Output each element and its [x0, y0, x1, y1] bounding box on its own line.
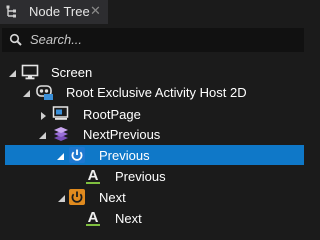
svg-text:A: A: [88, 167, 99, 184]
expanded-arrow-icon[interactable]: [56, 149, 66, 160]
tree-item-label: Next: [99, 190, 126, 205]
text-block-icon: A: [84, 167, 102, 185]
monitor-icon: [21, 63, 39, 81]
search-field[interactable]: Search...: [2, 28, 304, 52]
tab-node-tree[interactable]: Node Tree ✕: [0, 0, 108, 24]
tree-item-nextprevious[interactable]: NextPrevious: [0, 124, 310, 144]
tree-item-label: Previous: [115, 169, 166, 184]
tree-item-label: Screen: [51, 65, 93, 80]
tree-item-previous-text[interactable]: A Previous: [0, 166, 310, 186]
tab-title: Node Tree: [29, 4, 90, 19]
tab-bar: Node Tree ✕: [0, 0, 310, 24]
tree-item-label: RootPage: [83, 107, 141, 122]
tree-item-screen[interactable]: Screen: [0, 62, 310, 82]
tree-nodes-icon: [5, 5, 19, 19]
tree-item-next-button[interactable]: Next: [0, 187, 310, 207]
expanded-arrow-icon[interactable]: [8, 66, 18, 77]
power-button-icon: [68, 188, 86, 206]
tree-item-previous-button[interactable]: Previous: [5, 145, 304, 165]
svg-text:A: A: [88, 209, 99, 226]
expanded-arrow-icon[interactable]: [22, 86, 32, 97]
text-block-icon: A: [84, 209, 102, 227]
close-icon[interactable]: ✕: [90, 3, 101, 19]
power-button-icon: [68, 146, 86, 164]
search-icon: [9, 33, 23, 47]
tree-item-label: NextPrevious: [83, 127, 161, 142]
tree-item-next-text[interactable]: A Next: [0, 208, 310, 228]
search-input[interactable]: Search...: [30, 32, 82, 47]
layers-icon: [52, 125, 70, 143]
collapsed-arrow-icon[interactable]: [39, 108, 49, 120]
expanded-arrow-icon[interactable]: [38, 128, 48, 139]
expanded-arrow-icon[interactable]: [57, 191, 67, 202]
tree-item-label: Next: [115, 211, 142, 226]
tree-item-label: Root Exclusive Activity Host 2D: [66, 85, 247, 100]
tree-item-label: Previous: [99, 148, 150, 163]
tree-item-rootpage[interactable]: RootPage: [0, 104, 310, 124]
activity-host-icon: [36, 83, 54, 101]
page-icon: [52, 105, 70, 123]
tree-item-activity-host[interactable]: Root Exclusive Activity Host 2D: [0, 82, 310, 102]
